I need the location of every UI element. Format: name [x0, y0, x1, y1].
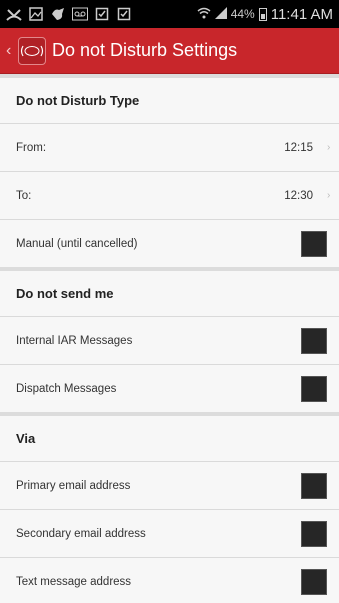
row-label: From: — [16, 141, 47, 154]
chevron-right-icon: › — [327, 190, 331, 201]
back-chevron-icon[interactable]: ‹ — [6, 42, 18, 60]
clock: 11:41 AM — [270, 5, 333, 23]
missed-call-icon — [6, 7, 22, 21]
row-label: Dispatch Messages — [16, 382, 117, 395]
text-message-checkbox[interactable] — [301, 568, 327, 595]
dispatch-checkbox[interactable] — [301, 375, 327, 402]
internal-iar-row[interactable]: Internal IAR Messages — [0, 316, 339, 364]
action-bar: ‹ Do not Disturb Settings — [0, 28, 339, 74]
battery-percent: 44% — [230, 7, 255, 21]
row-label: Text message address — [16, 575, 132, 588]
primary-email-row[interactable]: Primary email address — [0, 461, 339, 509]
section-header-via: Via — [0, 412, 339, 461]
status-bar: 44% 11:41 AM — [0, 0, 339, 28]
image-icon — [28, 7, 44, 21]
chevron-right-icon: › — [327, 142, 331, 153]
secondary-email-checkbox[interactable] — [301, 520, 327, 547]
primary-email-checkbox[interactable] — [301, 472, 327, 499]
page-title: Do not Disturb Settings — [52, 40, 238, 60]
to-time-row[interactable]: To: 12:30 › — [0, 171, 339, 219]
section-header-do-not-send-me: Do not send me — [0, 267, 339, 316]
to-time-value: 12:30 — [284, 189, 313, 202]
row-label: Secondary email address — [16, 527, 146, 540]
battery-icon — [258, 7, 267, 21]
row-label: To: — [16, 189, 32, 202]
wifi-icon — [197, 7, 211, 22]
signal-icon — [214, 6, 227, 22]
section-header-do-not-disturb-type: Do not Disturb Type — [0, 74, 339, 123]
dispatch-row[interactable]: Dispatch Messages — [0, 364, 339, 412]
from-time-row[interactable]: From: 12:15 › — [0, 123, 339, 171]
settings-list: Do not Disturb Type From: 12:15 › To: 12… — [0, 74, 339, 603]
internal-iar-checkbox[interactable] — [301, 327, 327, 354]
voicemail-icon — [72, 7, 88, 21]
system-status: 44% 11:41 AM — [197, 6, 333, 23]
row-label: Manual (until cancelled) — [16, 237, 138, 250]
manual-row[interactable]: Manual (until cancelled) — [0, 219, 339, 267]
clipboard-check-icon-2 — [116, 7, 132, 21]
app-notification-icon — [50, 7, 66, 21]
secondary-email-row[interactable]: Secondary email address — [0, 509, 339, 557]
manual-checkbox[interactable] — [301, 230, 327, 257]
notification-icons — [6, 7, 132, 21]
row-label: Primary email address — [16, 479, 131, 492]
app-logo-icon[interactable] — [18, 36, 46, 65]
clipboard-check-icon — [94, 7, 110, 21]
row-label: Internal IAR Messages — [16, 334, 133, 347]
text-message-row[interactable]: Text message address — [0, 557, 339, 603]
from-time-value: 12:15 — [284, 141, 313, 154]
